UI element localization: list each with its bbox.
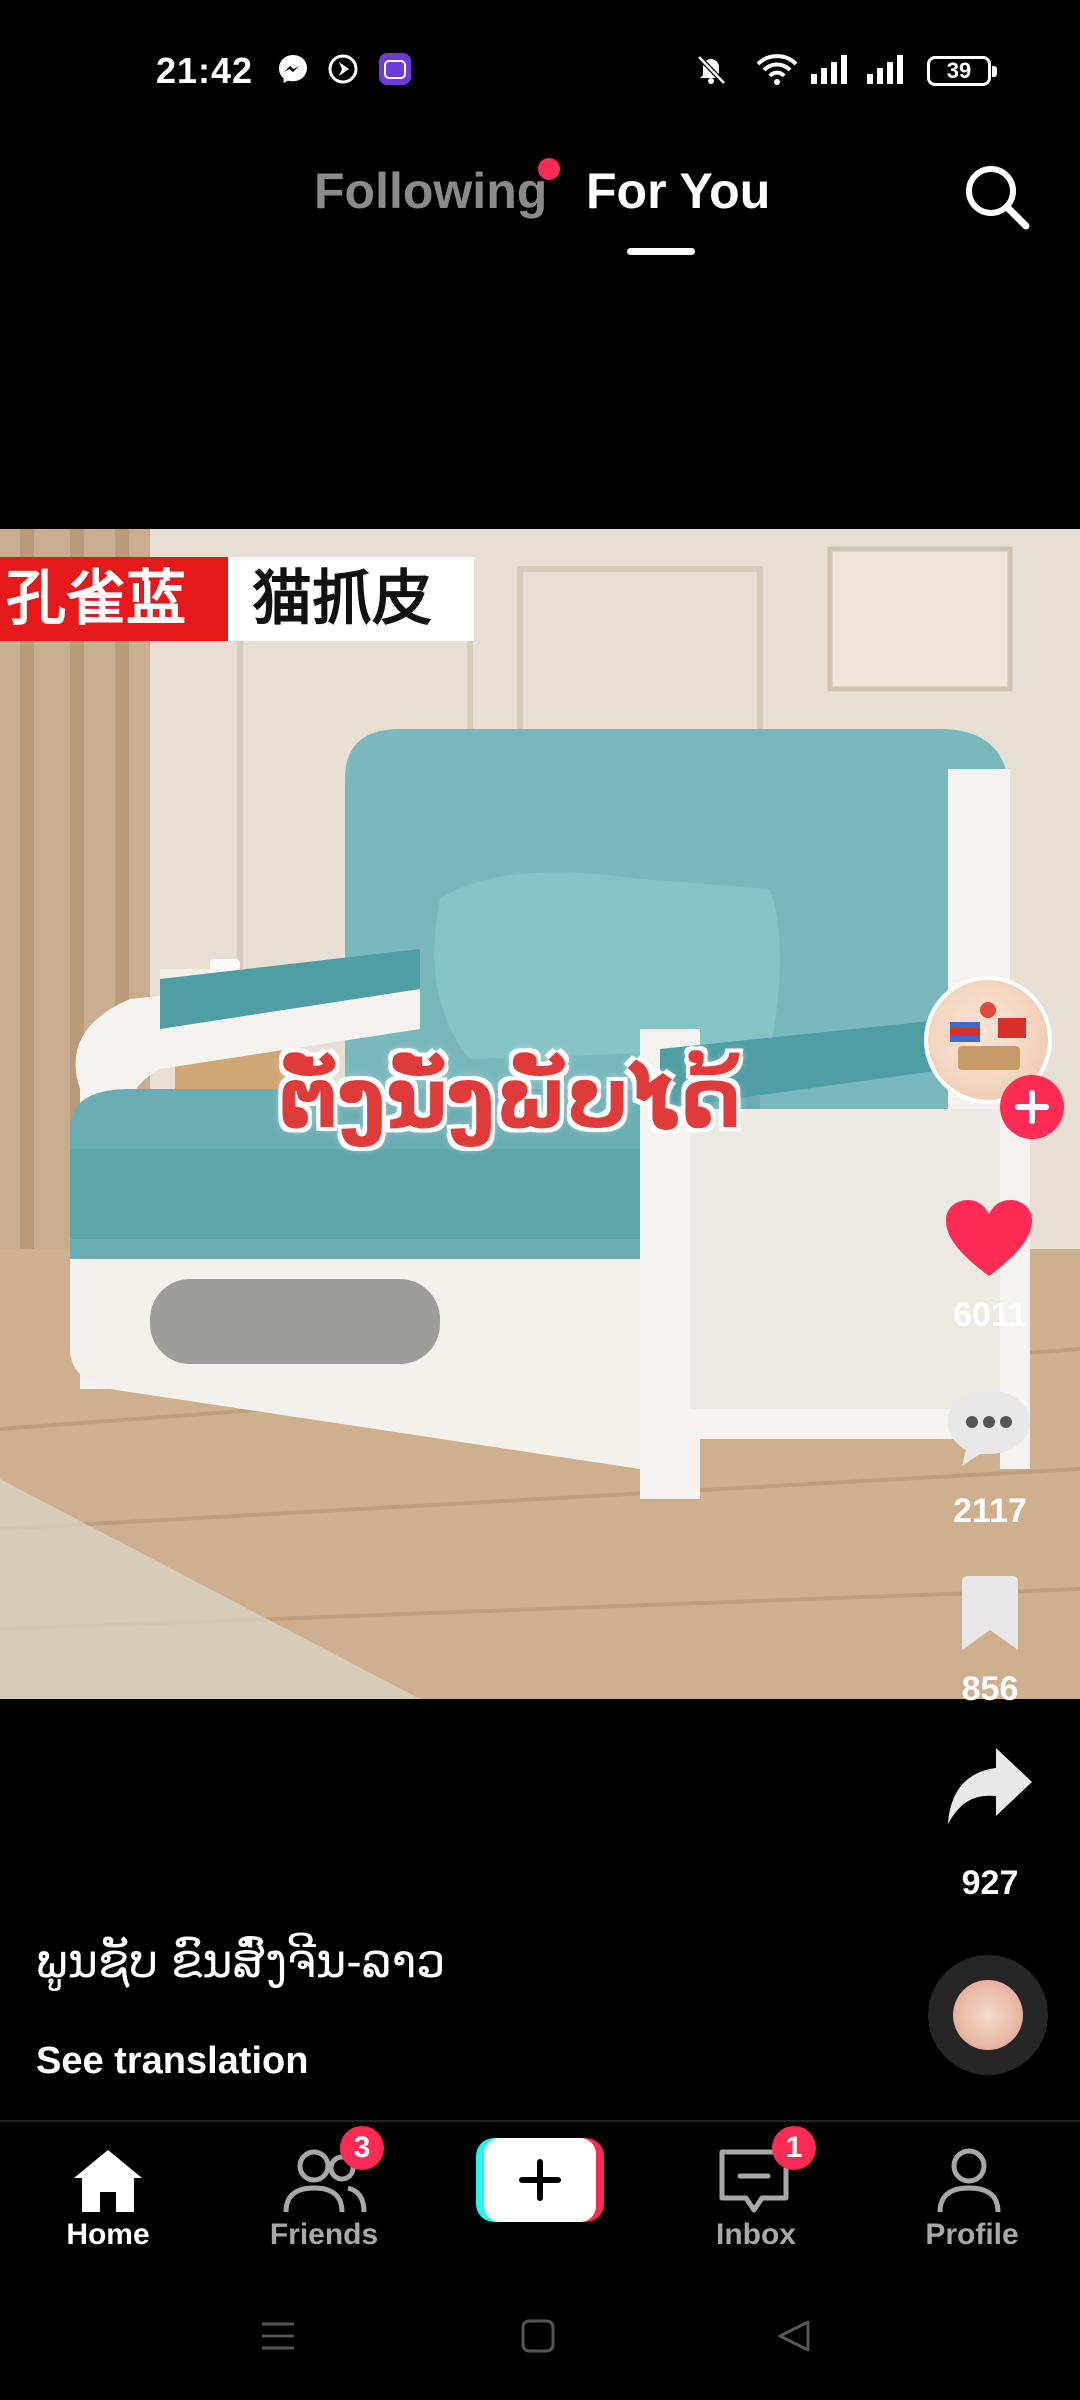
music-disc-cover: [953, 1980, 1023, 2050]
battery-level: 39: [946, 58, 972, 83]
tab-for-you[interactable]: For You: [586, 162, 770, 220]
status-bar: 21:42 39: [0, 0, 1080, 140]
nav-profile-label[interactable]: Profile: [872, 2218, 1072, 2252]
comment-button[interactable]: [944, 1386, 1034, 1468]
follow-button[interactable]: [1000, 1075, 1064, 1139]
following-update-dot: [538, 158, 560, 180]
video-overlay-text: ຕັ່ງນັ່ງພັບໄດ້: [278, 1049, 742, 1147]
material-tag-text: 猫抓皮: [252, 564, 432, 634]
color-tag: 孔雀蓝: [0, 557, 228, 641]
like-count: 6011: [953, 1296, 1027, 1334]
like-button[interactable]: [944, 1198, 1034, 1280]
see-translation-link[interactable]: See translation: [36, 2040, 308, 2083]
material-tag: 猫抓皮: [228, 557, 474, 641]
color-tag-text: 孔雀蓝: [6, 564, 186, 634]
messenger-icon: [279, 55, 307, 83]
profile-icon[interactable]: [934, 2146, 1004, 2216]
plus-icon: [519, 2159, 561, 2201]
battery-icon: 39: [927, 56, 997, 86]
home-icon[interactable]: [70, 2146, 146, 2216]
status-time: 21:42: [156, 50, 254, 91]
menu-icon[interactable]: [258, 2316, 298, 2356]
video-player[interactable]: 孔雀蓝 猫抓皮 ຕັ່ງນັ່ງພັບໄດ້: [0, 529, 1080, 1699]
nav-home-label[interactable]: Home: [8, 2218, 208, 2252]
share-button[interactable]: [946, 1744, 1034, 1828]
mute-icon: [697, 55, 726, 85]
home-square-icon[interactable]: [518, 2316, 558, 2356]
caption-author[interactable]: ພູນຊັບ ຂົນສົ່ງຈີນ-ລາວ: [36, 1934, 445, 1988]
bookmark-count: 856: [961, 1670, 1019, 1708]
back-icon[interactable]: [774, 2316, 814, 2356]
nav-inbox-label[interactable]: Inbox: [656, 2218, 856, 2252]
friends-badge: 3: [340, 2126, 384, 2170]
signal-icon: [811, 55, 847, 84]
lazada-app-icon: [379, 53, 411, 85]
comment-count: 2117: [953, 1492, 1027, 1530]
wifi-icon: [756, 54, 798, 85]
active-tab-indicator: [627, 248, 695, 255]
bookmark-button[interactable]: [956, 1574, 1024, 1652]
search-icon[interactable]: [960, 160, 1032, 232]
navigation-icon: [328, 54, 358, 84]
tab-following[interactable]: Following: [314, 162, 547, 220]
share-count: 927: [961, 1864, 1019, 1902]
signal-icon: [867, 55, 903, 84]
bottom-navigation: Home 3 Friends 1 Inbox Profile: [0, 2120, 1080, 2272]
nav-friends-label[interactable]: Friends: [224, 2218, 424, 2252]
inbox-badge: 1: [772, 2126, 816, 2170]
system-navigation-bar: [0, 2270, 1080, 2400]
create-button[interactable]: [476, 2138, 604, 2222]
